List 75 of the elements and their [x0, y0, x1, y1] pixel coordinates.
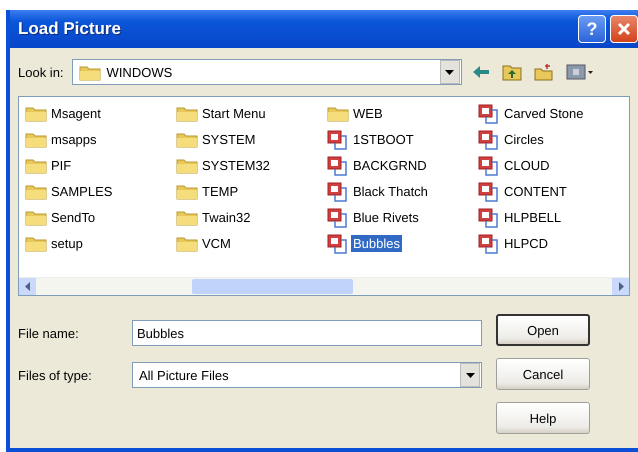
folder-icon	[25, 209, 47, 226]
folder-icon	[176, 235, 198, 252]
file-item[interactable]: 1STBOOT	[327, 129, 478, 150]
folder-icon	[327, 105, 349, 122]
file-item[interactable]: VCM	[176, 233, 327, 254]
scroll-thumb[interactable]	[192, 279, 353, 294]
picture-file-icon	[478, 130, 500, 150]
folder-icon	[176, 105, 198, 122]
file-name-field[interactable]: Bubbles	[132, 320, 482, 346]
picture-file-icon	[478, 156, 500, 176]
dialog-button[interactable]: Cancel	[496, 358, 590, 390]
file-item[interactable]: Bubbles	[327, 233, 478, 254]
look-in-dropdown[interactable]: WINDOWS	[72, 59, 462, 85]
folder-icon	[25, 131, 47, 148]
look-in-value: WINDOWS	[106, 64, 174, 80]
dropdown-arrow-icon	[466, 372, 474, 378]
picture-file-icon	[327, 130, 349, 150]
dialog-button[interactable]: Help	[496, 402, 590, 434]
horizontal-scrollbar[interactable]	[19, 277, 629, 295]
folder-icon	[25, 183, 47, 200]
close-icon	[617, 22, 631, 36]
folder-icon	[25, 157, 47, 174]
window-title: Load Picture	[18, 19, 122, 39]
close-button[interactable]	[610, 15, 638, 43]
picture-file-icon	[478, 182, 500, 202]
file-item[interactable]: Blue Rivets	[327, 207, 478, 228]
file-item[interactable]: SendTo	[25, 207, 176, 228]
file-item[interactable]: setup	[25, 233, 176, 254]
picture-file-icon	[327, 208, 349, 228]
look-in-label: Look in:	[18, 64, 64, 80]
help-button[interactable]: ?	[578, 15, 606, 43]
picture-file-icon	[478, 208, 500, 228]
scroll-left-icon	[24, 282, 30, 291]
scroll-right-icon	[618, 282, 624, 291]
folder-icon	[78, 64, 101, 80]
file-item[interactable]: msapps	[25, 129, 176, 150]
picture-file-icon	[478, 234, 500, 254]
folder-icon	[176, 157, 198, 174]
back-arrow-icon	[472, 65, 490, 79]
file-item[interactable]: Twain32	[176, 207, 327, 228]
folder-icon	[25, 105, 47, 122]
up-button[interactable]	[500, 63, 524, 81]
views-button[interactable]	[564, 63, 596, 81]
file-item[interactable]: WEB	[327, 103, 478, 124]
file-item[interactable]: BACKGRND	[327, 155, 478, 176]
file-item[interactable]: Start Menu	[176, 103, 327, 124]
dialog-button[interactable]: Open	[496, 314, 590, 346]
folder-icon	[25, 235, 47, 252]
file-type-dropdown[interactable]: All Picture Files	[132, 362, 482, 388]
picture-file-icon	[327, 182, 349, 202]
dropdown-arrow-icon	[445, 70, 454, 74]
file-item[interactable]: SAMPLES	[25, 181, 176, 202]
file-type-label: Files of type:	[18, 368, 93, 382]
file-item[interactable]: SYSTEM32	[176, 155, 327, 176]
file-item[interactable]: CLOUD	[478, 155, 629, 176]
folder-icon	[176, 183, 198, 200]
file-item[interactable]: CONTENT	[478, 181, 629, 202]
file-item[interactable]: SYSTEM	[176, 129, 327, 150]
file-item[interactable]: Circles	[478, 129, 629, 150]
file-item[interactable]: PIF	[25, 155, 176, 176]
file-item[interactable]: Msagent	[25, 103, 176, 124]
picture-file-icon	[327, 234, 349, 254]
file-item[interactable]: HLPCD	[478, 233, 629, 254]
file-item[interactable]: HLPBELL	[478, 207, 629, 228]
file-item[interactable]: TEMP	[176, 181, 327, 202]
view-menu-icon	[566, 63, 594, 81]
folder-icon	[176, 209, 198, 226]
picture-file-icon	[478, 104, 500, 124]
picture-file-icon	[327, 156, 349, 176]
file-name-label: File name:	[18, 326, 80, 340]
folder-icon	[176, 131, 198, 148]
file-item[interactable]: Carved Stone	[478, 103, 629, 124]
new-folder-icon	[534, 63, 554, 81]
up-folder-icon	[502, 63, 522, 81]
file-item[interactable]: Black Thatch	[327, 181, 478, 202]
